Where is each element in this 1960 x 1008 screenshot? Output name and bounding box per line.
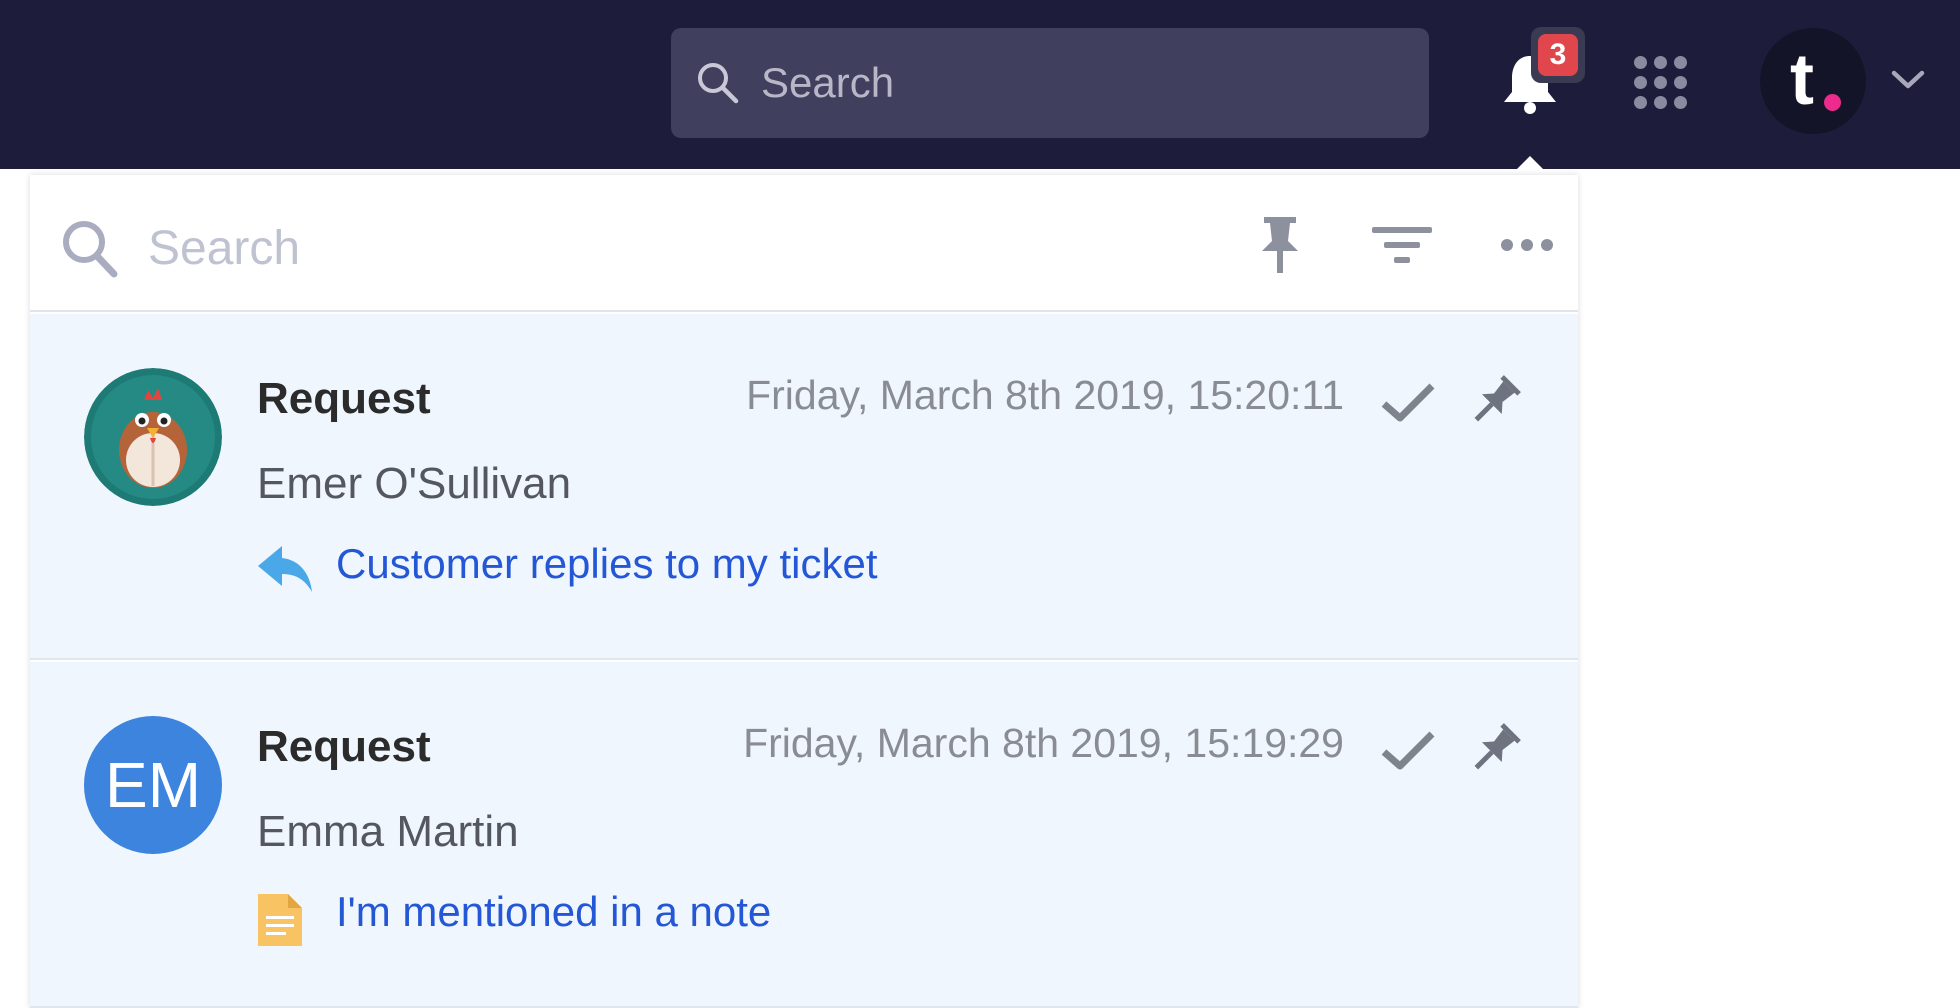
- notification-item[interactable]: Request Friday, March 8th 2019, 15:20:11…: [30, 314, 1578, 660]
- chicken-avatar: [84, 368, 222, 506]
- pin-icon[interactable]: [1256, 215, 1304, 280]
- avatar: EM: [84, 716, 222, 854]
- reply-icon: [256, 544, 314, 601]
- notification-search-input[interactable]: [148, 213, 848, 283]
- requester-name: Emma Martin: [257, 807, 519, 856]
- notification-item[interactable]: EM Request Friday, March 8th 2019, 15:19…: [30, 662, 1578, 1008]
- pin-icon[interactable]: [1466, 722, 1522, 783]
- more-icon[interactable]: [1500, 238, 1554, 257]
- search-icon: [696, 61, 740, 110]
- notifications-panel: Request Friday, March 8th 2019, 15:20:11…: [30, 175, 1578, 1008]
- mark-read-check-icon[interactable]: [1380, 728, 1436, 777]
- notification-timestamp: Friday, March 8th 2019, 15:20:11: [746, 372, 1344, 418]
- mark-read-check-icon[interactable]: [1380, 380, 1436, 429]
- notification-timestamp: Friday, March 8th 2019, 15:19:29: [743, 720, 1344, 766]
- apps-grid-button[interactable]: [1634, 56, 1687, 109]
- notification-count-badge: 3: [1531, 27, 1585, 83]
- bell-icon: [1500, 56, 1560, 118]
- panel-header: [30, 175, 1578, 312]
- dropdown-caret: [1514, 156, 1546, 172]
- global-search-input[interactable]: [761, 53, 1401, 113]
- note-icon: [256, 892, 306, 953]
- requester-name: Emer O'Sullivan: [257, 459, 572, 508]
- search-icon: [60, 218, 120, 285]
- global-search-box[interactable]: [671, 28, 1429, 138]
- pin-icon[interactable]: [1466, 374, 1522, 435]
- logo-letter: t: [1790, 40, 1814, 120]
- logo-dot: [1824, 94, 1841, 111]
- filter-icon[interactable]: [1372, 225, 1432, 270]
- notification-count: 3: [1538, 34, 1578, 76]
- notification-type: Request: [257, 374, 431, 423]
- chevron-down-icon[interactable]: [1890, 68, 1926, 97]
- top-navigation-bar: 3 t: [0, 0, 1960, 169]
- notification-event-link[interactable]: I'm mentioned in a note: [336, 888, 771, 936]
- user-avatar[interactable]: t: [1760, 28, 1866, 134]
- notification-type: Request: [257, 722, 431, 771]
- notification-event-link[interactable]: Customer replies to my ticket: [336, 540, 878, 588]
